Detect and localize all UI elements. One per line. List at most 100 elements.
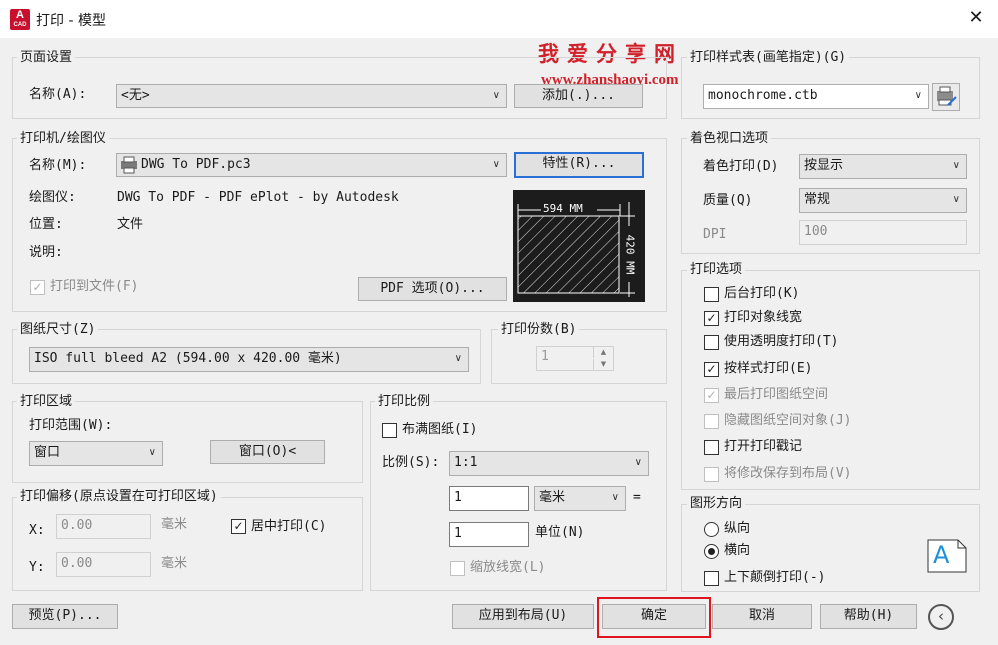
description-label: 说明:: [29, 245, 63, 260]
plot-option-checkbox[interactable]: ✓: [704, 311, 719, 326]
plot-option-label: 打开打印戳记: [724, 439, 803, 454]
drawing-orientation-label: 图形方向: [687, 496, 746, 512]
fit-to-paper-checkbox[interactable]: [382, 423, 397, 438]
offset-x-unit: 毫米: [161, 517, 188, 532]
plotter-edit-icon: [937, 86, 957, 106]
plot-option-checkbox[interactable]: [704, 287, 719, 302]
printer-properties-button[interactable]: 特性(R)...: [514, 152, 644, 178]
plot-option-checkbox[interactable]: [704, 467, 719, 482]
copies-spinner[interactable]: 1 ▲ ▼: [536, 346, 614, 371]
preview-button[interactable]: 预览(P)...: [12, 604, 118, 629]
plot-options-label: 打印选项: [687, 262, 746, 278]
location-label: 位置:: [29, 217, 63, 232]
cancel-button[interactable]: 取消: [712, 604, 812, 629]
scale-value-1-input[interactable]: 1: [449, 486, 529, 511]
spinner-down-icon[interactable]: ▼: [593, 359, 613, 370]
plot-option-checkbox[interactable]: [704, 440, 719, 455]
quality-value: 常规: [804, 192, 831, 207]
orientation-icon-letter: A: [933, 541, 950, 569]
plotter-label: 绘图仪:: [29, 190, 76, 205]
plot-option-checkbox[interactable]: [704, 414, 719, 429]
plot-option-label: 隐藏图纸空间对象(J): [724, 413, 852, 428]
chevron-down-icon: ∨: [952, 194, 960, 205]
chevron-down-icon: ∨: [952, 160, 960, 171]
offset-y-unit: 毫米: [161, 556, 188, 571]
collapse-arrow-icon[interactable]: ‹: [928, 604, 954, 630]
plot-options-group: [681, 270, 980, 490]
printer-name-value: DWG To PDF.pc3: [141, 157, 251, 172]
quality-label: 质量(Q): [703, 193, 753, 208]
print-to-file-label: 打印到文件(F): [50, 279, 139, 294]
scale-select[interactable]: 1:1 ∨: [449, 451, 649, 476]
add-page-setup-button[interactable]: 添加(.)...: [514, 84, 643, 108]
chevron-down-icon: ∨: [611, 492, 619, 503]
plotter-value: DWG To PDF - PDF ePlot - by Autodesk: [117, 190, 399, 205]
ok-button-highlight: [597, 597, 711, 638]
offset-x-input[interactable]: 0.00: [56, 514, 151, 539]
offset-x-label: X:: [29, 523, 45, 538]
window-select-button[interactable]: 窗口(O)<: [210, 440, 325, 464]
chevron-down-icon: ∨: [454, 353, 462, 364]
page-setup-name-select[interactable]: <无> ∨: [116, 84, 507, 108]
plot-option-label: 后台打印(K): [724, 286, 800, 301]
dpi-input[interactable]: 100: [799, 220, 967, 245]
scale-unit-select[interactable]: 毫米 ∨: [534, 486, 626, 511]
shade-plot-label: 着色打印(D): [703, 159, 779, 174]
apply-to-layout-button[interactable]: 应用到布局(U): [452, 604, 594, 629]
scale-unit-value: 毫米: [539, 490, 566, 505]
plot-option-label: 按样式打印(E): [724, 361, 813, 376]
landscape-label: 横向: [724, 543, 751, 558]
autocad-app-icon: A CAD: [10, 9, 30, 30]
paper-size-value: ISO full bleed A2 (594.00 x 420.00 毫米): [34, 351, 342, 366]
preview-width-label: 594 MM: [542, 202, 584, 215]
plot-offset-label: 打印偏移(原点设置在可打印区域): [17, 489, 221, 505]
plot-option-checkbox[interactable]: [704, 335, 719, 350]
pdf-options-button[interactable]: PDF 选项(O)...: [358, 277, 507, 301]
chevron-down-icon: ∨: [492, 90, 500, 101]
plot-area-label: 打印区域: [17, 394, 76, 410]
landscape-radio[interactable]: [704, 544, 719, 559]
paper-size-label: 图纸尺寸(Z): [17, 322, 99, 338]
dpi-label: DPI: [703, 227, 727, 242]
print-to-file-checkbox[interactable]: ✓: [30, 280, 45, 295]
shade-plot-value: 按显示: [804, 158, 844, 173]
scale-value-2-input[interactable]: 1: [449, 522, 529, 547]
plot-style-table-label: 打印样式表(画笔指定)(G): [687, 50, 850, 66]
chevron-down-icon: ∨: [914, 90, 922, 101]
plot-style-table-select[interactable]: monochrome.ctb ∨: [703, 84, 929, 109]
window-title: 打印 - 模型: [36, 13, 106, 29]
edit-plot-style-button[interactable]: [932, 83, 960, 111]
fit-to-paper-label: 布满图纸(I): [402, 422, 478, 437]
portrait-radio[interactable]: [704, 522, 719, 537]
plot-option-label: 将修改保存到布局(V): [724, 466, 852, 481]
quality-select[interactable]: 常规 ∨: [799, 188, 967, 213]
upside-down-checkbox[interactable]: [704, 571, 719, 586]
chevron-down-icon: ∨: [634, 457, 642, 468]
help-button[interactable]: 帮助(H): [820, 604, 917, 629]
plot-range-select[interactable]: 窗口 ∨: [29, 441, 163, 466]
spinner-up-icon[interactable]: ▲: [593, 347, 613, 358]
plot-style-table-value: monochrome.ctb: [708, 88, 818, 103]
shaded-viewport-label: 着色视口选项: [687, 131, 772, 147]
page-setup-name-value: <无>: [121, 88, 150, 103]
paper-size-select[interactable]: ISO full bleed A2 (594.00 x 420.00 毫米) ∨: [29, 347, 469, 372]
close-icon[interactable]: ✕: [965, 7, 987, 29]
chevron-down-icon: ∨: [492, 159, 500, 170]
center-plot-checkbox[interactable]: ✓: [231, 519, 246, 534]
plot-option-label: 最后打印图纸空间: [724, 387, 829, 402]
offset-y-input[interactable]: 0.00: [56, 552, 151, 577]
plot-option-checkbox[interactable]: ✓: [704, 388, 719, 403]
plot-option-label: 使用透明度打印(T): [724, 334, 839, 349]
plotter-icon: [121, 156, 137, 174]
scale-units-label: 单位(N): [535, 525, 585, 540]
landscape-page-icon: A: [927, 539, 967, 573]
plot-option-checkbox[interactable]: ✓: [704, 362, 719, 377]
title-bar: A CAD 打印 - 模型 ✕: [0, 0, 998, 38]
shade-plot-select[interactable]: 按显示 ∨: [799, 154, 967, 179]
scale-lineweights-checkbox[interactable]: [450, 561, 465, 576]
upside-down-label: 上下颠倒打印(-): [724, 570, 826, 585]
printer-name-select[interactable]: DWG To PDF.pc3 ∨: [116, 153, 507, 177]
preview-height-label: 420 MM: [623, 234, 637, 275]
scale-label: 比例(S):: [382, 455, 440, 470]
printer-label: 打印机/绘图仪: [17, 131, 109, 147]
